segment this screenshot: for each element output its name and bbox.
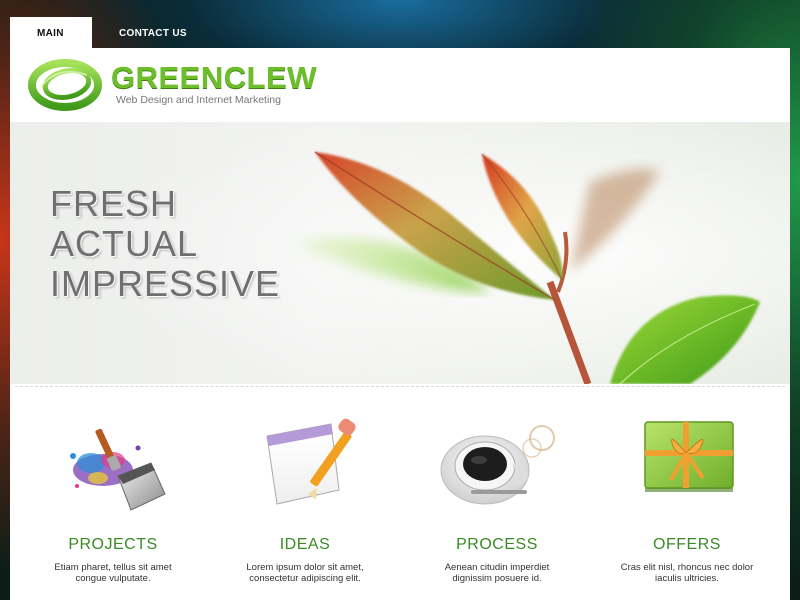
coffee-cup-icon[interactable] <box>427 408 567 518</box>
feature-process-title[interactable]: PROCESS <box>402 536 592 554</box>
brand-tagline: Web Design and Internet Marketing <box>116 94 281 106</box>
top-nav-tabs: MAIN CONTACT US <box>10 17 214 49</box>
desc-line: Cras elit nisl, rhoncus nec dolor <box>620 562 754 573</box>
headline-line-impressive: IMPRESSIVE <box>50 263 281 304</box>
features-section: PROJECTS Etiam pharet, tellus sit amet c… <box>10 408 790 598</box>
desc-line: Etiam pharet, tellus sit amet <box>54 562 172 573</box>
logo-swirl-icon <box>28 59 102 111</box>
desc-line: Lorem ipsum dolor sit amet, <box>246 562 364 573</box>
tab-main[interactable]: MAIN <box>10 17 92 49</box>
headline-line-actual: ACTUAL <box>50 223 199 264</box>
tab-contact-us[interactable]: CONTACT US <box>92 17 214 49</box>
paint-bucket-icon[interactable] <box>43 408 183 518</box>
feature-ideas-title[interactable]: IDEAS <box>210 536 400 554</box>
feature-ideas: IDEAS Lorem ipsum dolor sit amet, consec… <box>210 408 400 584</box>
feature-projects-desc: Etiam pharet, tellus sit amet congue vul… <box>18 562 208 584</box>
feature-process-desc: Aenean citudin imperdiet dignissim posue… <box>402 562 592 584</box>
site-header: GREENCLEW Web Design and Internet Market… <box>10 48 790 122</box>
notepad-pencil-icon[interactable] <box>235 408 375 518</box>
headline-line-fresh: FRESH <box>50 183 178 224</box>
feature-process: PROCESS Aenean citudin imperdiet digniss… <box>402 408 592 584</box>
desc-line: congue vulputate. <box>75 573 151 584</box>
feature-ideas-desc: Lorem ipsum dolor sit amet, consectetur … <box>210 562 400 584</box>
page-container: GREENCLEW Web Design and Internet Market… <box>10 48 790 600</box>
desc-line: dignissim posuere id. <box>452 573 542 584</box>
desc-line: Aenean citudin imperdiet <box>444 562 550 573</box>
desc-line: consectetur adipiscing elit. <box>249 573 361 584</box>
hero-headline: FRESH ACTUAL IMPRESSIVE <box>50 184 280 304</box>
feature-offers: OFFERS Cras elit nisl, rhoncus nec dolor… <box>592 408 782 584</box>
feature-projects: PROJECTS Etiam pharet, tellus sit amet c… <box>18 408 208 584</box>
gift-box-icon[interactable] <box>617 408 757 518</box>
hero-banner: FRESH ACTUAL IMPRESSIVE <box>10 122 790 384</box>
brand-name[interactable]: GREENCLEW <box>111 60 317 96</box>
desc-line: iaculis ultricies. <box>655 573 719 584</box>
feature-projects-title[interactable]: PROJECTS <box>18 536 208 554</box>
feature-offers-desc: Cras elit nisl, rhoncus nec dolor iaculi… <box>592 562 782 584</box>
feature-offers-title[interactable]: OFFERS <box>592 536 782 554</box>
section-divider <box>15 386 785 387</box>
